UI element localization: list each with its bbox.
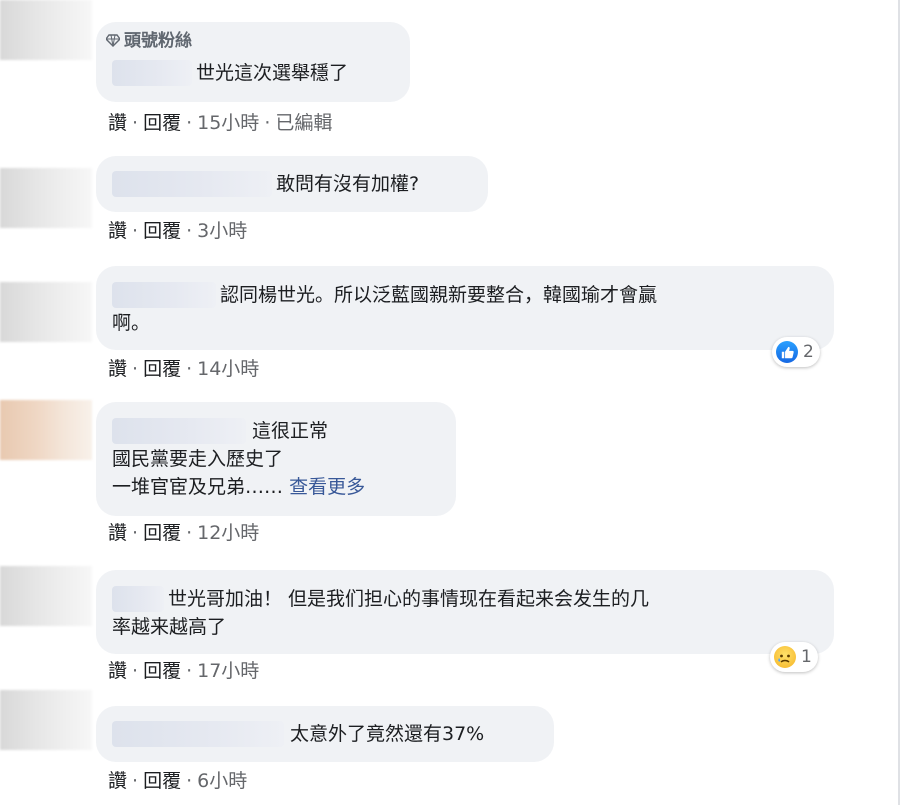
comment-actions: 讚 · 回覆 · 12小時 [108,518,259,545]
comment-actions: 讚 · 回覆 · 17小時 [108,656,259,683]
comment-bubble: 這很正常 國民黨要走入歷史了 一堆官宦及兄弟…… 查看更多 [96,402,456,516]
reaction-count: 1 [801,647,812,667]
see-more-link[interactable]: 查看更多 [289,476,365,498]
timestamp-link[interactable]: 6小時 [197,770,247,792]
comment-bubble: 太意外了竟然還有37% [96,706,554,762]
avatar[interactable] [0,690,92,750]
diamond-icon [106,34,120,47]
separator: · [132,358,139,380]
commenter-name[interactable] [112,60,192,86]
comment-bubble: 世光哥加油！ 但是我们担心的事情现在看起来会发生的几 率越来越高了 [96,570,834,654]
comment-text-line: 一堆官宦及兄弟…… 查看更多 [112,476,366,498]
reply-link[interactable]: 回覆 [143,220,181,242]
like-link[interactable]: 讚 [108,660,127,682]
commenter-name[interactable] [112,171,272,197]
like-link[interactable]: 讚 [108,112,127,134]
reply-link[interactable]: 回覆 [143,660,181,682]
commenter-name[interactable] [112,721,284,747]
separator: · [186,522,193,544]
reply-link[interactable]: 回覆 [143,522,181,544]
sad-icon [774,646,796,668]
comment-actions: 讚 · 回覆 · 14小時 [108,354,259,381]
comment-actions: 讚 · 回覆 · 15小時 · 已編輯 [108,108,332,135]
separator: · [132,112,139,134]
commenter-name[interactable] [112,282,216,308]
like-link[interactable]: 讚 [108,358,127,380]
timestamp-link[interactable]: 17小時 [197,660,259,682]
separator: · [186,112,193,134]
comment-bubble: 頭號粉絲 世光這次選舉穩了 [96,22,410,102]
comment-text-line: 世光哥加油！ 但是我们担心的事情现在看起来会发生的几 [168,588,650,610]
comment-text-line: 認同楊世光。所以泛藍國親新要整合，韓國瑜才會贏 [220,284,658,306]
separator: · [186,770,193,792]
timestamp-link[interactable]: 15小時 [197,112,259,134]
top-fan-badge: 頭號粉絲 [106,28,192,54]
like-link[interactable]: 讚 [108,220,127,242]
reply-link[interactable]: 回覆 [143,770,181,792]
comment-actions: 讚 · 回覆 · 3小時 [108,216,247,243]
reaction-summary[interactable]: 1 [770,642,818,672]
comment-text-line: 敢問有沒有加權? [276,173,420,195]
comment-text-line: 太意外了竟然還有37% [290,723,485,745]
comment-actions: 讚 · 回覆 · 6小時 [108,766,247,793]
comment-text-line: 這很正常 [252,420,329,442]
reply-link[interactable]: 回覆 [143,358,181,380]
like-icon [776,341,798,363]
like-link[interactable]: 讚 [108,522,127,544]
separator: · [186,358,193,380]
separator: · [186,660,193,682]
separator: · [132,522,139,544]
like-link[interactable]: 讚 [108,770,127,792]
reply-link[interactable]: 回覆 [143,112,181,134]
avatar[interactable] [0,282,92,342]
avatar[interactable] [0,400,92,460]
edited-label[interactable]: 已編輯 [275,112,332,134]
separator: · [132,660,139,682]
separator: · [264,112,271,134]
comment-text-line: 國民黨要走入歷史了 [112,448,284,470]
avatar[interactable] [0,168,92,228]
separator: · [186,220,193,242]
timestamp-link[interactable]: 14小時 [197,358,259,380]
avatar[interactable] [0,566,92,626]
timestamp-link[interactable]: 12小時 [197,522,259,544]
reaction-count: 2 [803,342,814,362]
commenter-name[interactable] [112,586,164,612]
badge-label: 頭號粉絲 [124,31,192,51]
comment-bubble: 認同楊世光。所以泛藍國親新要整合，韓國瑜才會贏 啊。 [96,266,834,350]
comment-text-line: 世光這次選舉穩了 [196,62,349,84]
timestamp-link[interactable]: 3小時 [197,220,247,242]
reaction-summary[interactable]: 2 [772,337,820,367]
comment-text-line: 率越来越高了 [112,616,227,638]
commenter-name[interactable] [112,418,246,444]
separator: · [132,770,139,792]
separator: · [132,220,139,242]
avatar[interactable] [0,0,92,60]
comment-bubble: 敢問有沒有加權? [96,156,488,212]
comment-text-line: 啊。 [112,312,151,334]
